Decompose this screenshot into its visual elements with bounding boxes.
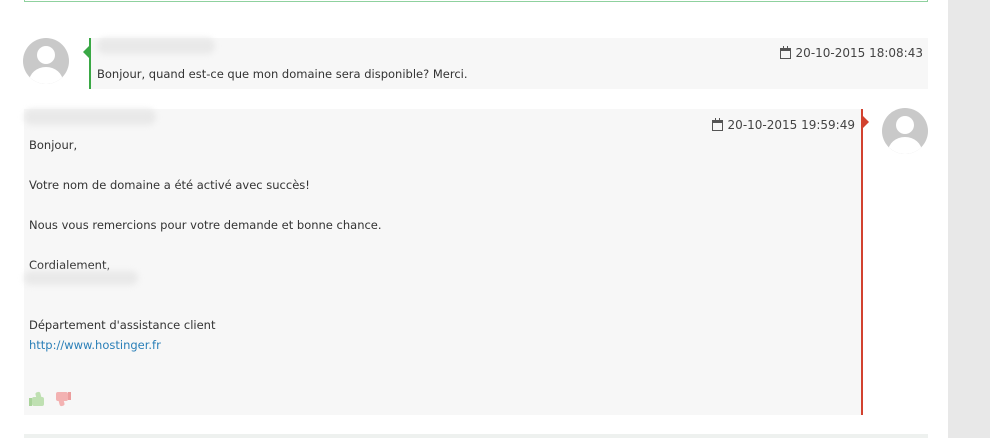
thumbs-up-icon[interactable] <box>29 391 45 407</box>
rating-controls <box>29 391 71 407</box>
message-line: Nous vous remercions pour votre demande … <box>29 218 382 232</box>
client-author-name-redacted <box>97 38 215 54</box>
staff-avatar-icon <box>882 108 928 154</box>
client-message: 20-10-2015 18:08:43 Bonjour, quand est-c… <box>83 38 928 89</box>
next-message-edge <box>24 434 928 438</box>
message-line: Bonjour, <box>29 138 78 152</box>
staff-bubble-arrow <box>863 116 869 128</box>
signature-name-redacted <box>24 271 138 285</box>
message-line <box>29 298 829 318</box>
sidebar-gutter <box>948 0 990 438</box>
staff-message-body: Bonjour, Votre nom de domaine a été acti… <box>29 138 829 358</box>
staff-message-date: 20-10-2015 19:59:49 <box>711 117 855 132</box>
client-avatar-icon <box>23 38 69 84</box>
message-line <box>29 238 829 258</box>
message-line <box>29 198 829 218</box>
staff-author-name-redacted <box>24 109 156 125</box>
message-line: Votre nom de domaine a été activé avec s… <box>29 178 310 192</box>
client-bubble-arrow <box>83 46 89 58</box>
thumbs-down-icon[interactable] <box>55 391 71 407</box>
message-line <box>29 158 829 178</box>
message-line: Cordialement, <box>29 258 111 272</box>
alert-box <box>24 0 928 2</box>
website-link[interactable]: http://www.hostinger.fr <box>29 338 161 352</box>
calendar-icon <box>779 45 791 59</box>
message-line: http://www.hostinger.fr <box>29 338 829 358</box>
message-line <box>29 278 829 298</box>
client-message-text: Bonjour, quand est-ce que mon domaine se… <box>97 67 468 81</box>
message-line: Département d'assistance client <box>29 318 216 332</box>
calendar-icon <box>711 117 723 131</box>
client-message-date: 20-10-2015 18:08:43 <box>779 45 923 60</box>
staff-message: 20-10-2015 19:59:49 Bonjour, Votre nom d… <box>24 109 869 415</box>
